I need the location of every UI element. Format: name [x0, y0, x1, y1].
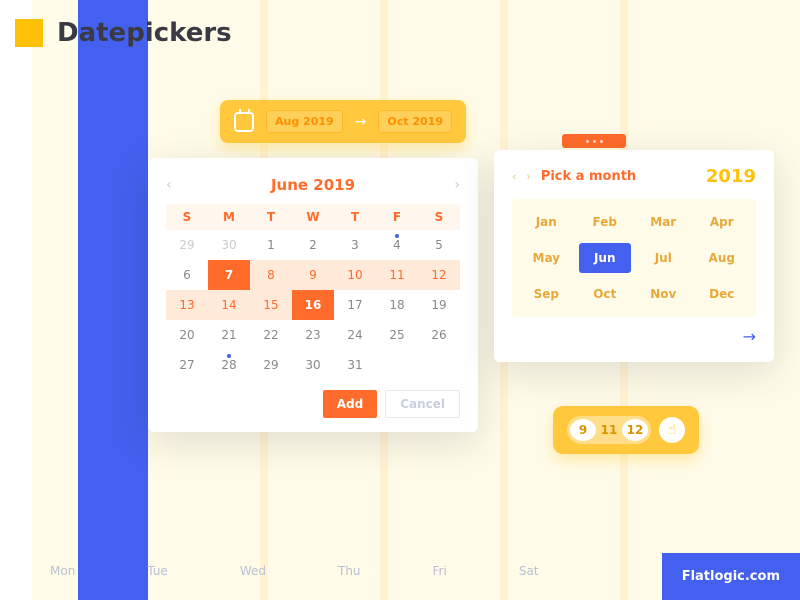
title-square-icon	[15, 19, 43, 47]
next-month-button[interactable]: ›	[454, 177, 460, 193]
calendar-day[interactable]: 17	[334, 290, 376, 320]
arrow-right-icon: →	[355, 114, 367, 130]
page-title: Datepickers	[57, 18, 232, 48]
footer-day-label: Sat	[519, 564, 539, 578]
slider-value[interactable]: 11	[596, 419, 622, 441]
calendar-day[interactable]: 20	[166, 320, 208, 350]
calendar-panel: ‹ June 2019 › SMTWTFS2930123456789101112…	[148, 158, 478, 432]
footer-days: Mon Tue Wed Thu Fri Sat	[50, 564, 539, 578]
month-cell[interactable]: Jan	[520, 207, 573, 237]
weekday-header: T	[334, 204, 376, 230]
footer-day-label: Mon	[50, 564, 75, 578]
month-cell[interactable]: Feb	[579, 207, 632, 237]
range-to[interactable]: Oct 2019	[378, 110, 452, 133]
month-cell[interactable]: Dec	[696, 279, 749, 309]
month-cell[interactable]: Sep	[520, 279, 573, 309]
month-cell[interactable]: Jun	[579, 243, 632, 273]
footer-day-label: Tue	[147, 564, 168, 578]
prev-month-button[interactable]: ‹	[166, 177, 172, 193]
weekday-header: F	[376, 204, 418, 230]
month-cell[interactable]: Aug	[696, 243, 749, 273]
calendar-day[interactable]: 30	[208, 230, 250, 260]
month-cell[interactable]: Mar	[637, 207, 690, 237]
prev-year-button[interactable]: ‹	[512, 170, 516, 183]
calendar-day[interactable]: 29	[166, 230, 208, 260]
footer-day-label: Wed	[240, 564, 266, 578]
month-cell[interactable]: May	[520, 243, 573, 273]
calendar-day[interactable]: 22	[250, 320, 292, 350]
footer-day-label: Fri	[433, 564, 447, 578]
month-grid: JanFebMarApr MayJunJulAug SepOctNovDec	[512, 199, 756, 317]
calendar-day[interactable]: 28	[208, 350, 250, 380]
range-from[interactable]: Aug 2019	[266, 110, 343, 133]
weekday-header: T	[250, 204, 292, 230]
slider-track: 91112	[567, 416, 651, 444]
calendar-day	[376, 350, 418, 380]
month-cell[interactable]: Apr	[696, 207, 749, 237]
calendar-day[interactable]: 18	[376, 290, 418, 320]
month-picker-year: 2019	[706, 166, 756, 187]
brand-badge[interactable]: Flatlogic.com	[662, 553, 800, 600]
month-picker-panel: ‹ › Pick a month 2019 JanFebMarApr MayJun…	[494, 150, 774, 362]
calendar-day[interactable]: 15	[250, 290, 292, 320]
calendar-day[interactable]: 4	[376, 230, 418, 260]
month-cell[interactable]: Oct	[579, 279, 632, 309]
calendar-day[interactable]: 29	[250, 350, 292, 380]
page-header: Datepickers	[15, 18, 232, 48]
pointer-icon: ☝	[659, 417, 685, 443]
calendar-day[interactable]: 19	[418, 290, 460, 320]
calendar-day[interactable]: 30	[292, 350, 334, 380]
month-cell[interactable]: Jul	[637, 243, 690, 273]
month-picker-label: Pick a month	[541, 169, 636, 184]
calendar-day	[418, 350, 460, 380]
calendar-day[interactable]: 11	[376, 260, 418, 290]
cancel-button[interactable]: Cancel	[385, 390, 460, 418]
footer-day-label: Thu	[338, 564, 361, 578]
calendar-icon	[234, 112, 254, 132]
calendar-day[interactable]: 27	[166, 350, 208, 380]
weekday-header: M	[208, 204, 250, 230]
calendar-title: June 2019	[271, 176, 355, 194]
weekday-header: W	[292, 204, 334, 230]
calendar-day[interactable]: 9	[292, 260, 334, 290]
calendar-day[interactable]: 10	[334, 260, 376, 290]
calendar-day[interactable]: 21	[208, 320, 250, 350]
calendar-day[interactable]: 26	[418, 320, 460, 350]
date-range-picker[interactable]: Aug 2019 → Oct 2019	[220, 100, 466, 143]
weekday-header: S	[166, 204, 208, 230]
calendar-day[interactable]: 6	[166, 260, 208, 290]
drag-handle[interactable]	[562, 134, 626, 148]
slider-value[interactable]: 9	[570, 419, 596, 441]
calendar-day[interactable]: 23	[292, 320, 334, 350]
calendar-day[interactable]: 7	[208, 260, 250, 290]
calendar-day[interactable]: 3	[334, 230, 376, 260]
bg-stripe-blue	[78, 0, 148, 600]
calendar-day[interactable]: 1	[250, 230, 292, 260]
calendar-day[interactable]: 8	[250, 260, 292, 290]
calendar-day[interactable]: 13	[166, 290, 208, 320]
value-slider[interactable]: 91112 ☝	[553, 406, 699, 454]
calendar-day[interactable]: 24	[334, 320, 376, 350]
calendar-day[interactable]: 31	[334, 350, 376, 380]
next-year-button[interactable]: ›	[526, 170, 530, 183]
month-cell[interactable]: Nov	[637, 279, 690, 309]
slider-value[interactable]: 12	[622, 419, 648, 441]
calendar-day[interactable]: 2	[292, 230, 334, 260]
calendar-day[interactable]: 14	[208, 290, 250, 320]
calendar-day[interactable]: 12	[418, 260, 460, 290]
weekday-header: S	[418, 204, 460, 230]
calendar-day[interactable]: 16	[292, 290, 334, 320]
calendar-grid: SMTWTFS293012345678910111213141516171819…	[166, 204, 460, 380]
calendar-day[interactable]: 5	[418, 230, 460, 260]
calendar-day[interactable]: 25	[376, 320, 418, 350]
add-button[interactable]: Add	[323, 390, 377, 418]
confirm-arrow-button[interactable]: →	[743, 327, 756, 346]
